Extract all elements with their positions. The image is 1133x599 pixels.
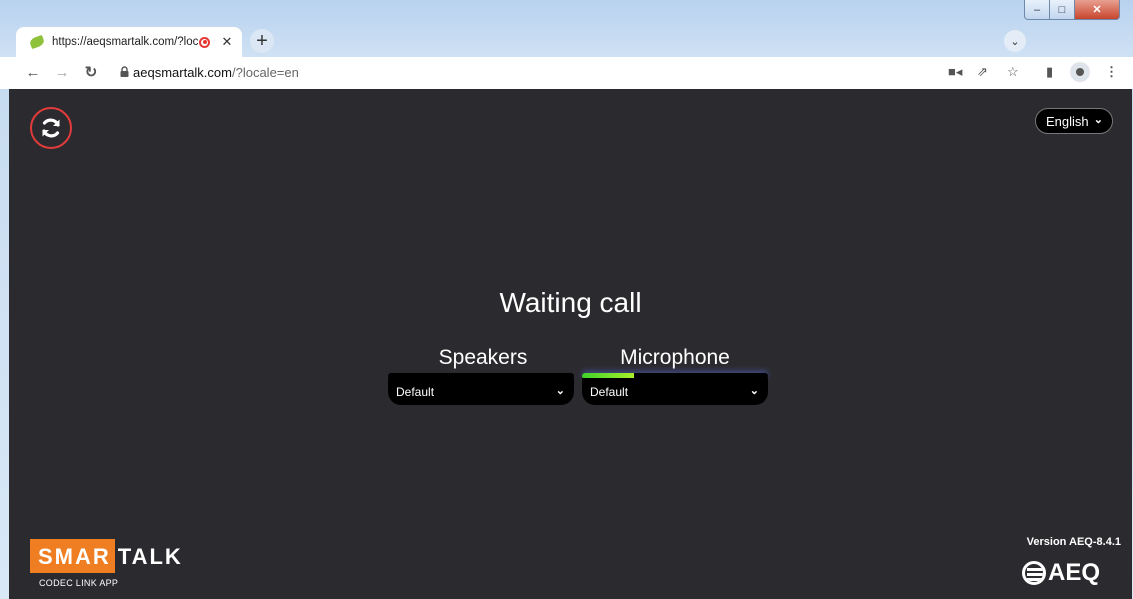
- minimize-button[interactable]: –: [1024, 0, 1050, 20]
- star-icon[interactable]: ☆: [1007, 64, 1019, 80]
- speakers-label: Speakers: [438, 346, 528, 369]
- aeq-logo-icon: [1022, 561, 1046, 585]
- reload-button[interactable]: ↻: [80, 63, 102, 81]
- logo-part-2: TALK: [117, 544, 183, 569]
- tab-strip: https://aeqsmartalk.com/?loc ✕ + ⌄ – □ ✕: [0, 0, 1133, 57]
- browser-window: https://aeqsmartalk.com/?loc ✕ + ⌄ – □ ✕…: [0, 0, 1133, 599]
- logo-subtitle: CODEC LINK APP: [39, 578, 119, 588]
- maximize-button[interactable]: □: [1050, 0, 1075, 20]
- microphone-device-select[interactable]: Default ⌄: [582, 378, 768, 405]
- logo-part-1: SMAR: [30, 539, 115, 573]
- aeq-logo: AEQ: [1022, 559, 1100, 587]
- tab-search-button[interactable]: ⌄: [1004, 30, 1026, 52]
- language-value: English: [1046, 113, 1089, 129]
- url-path: /?locale=en: [231, 65, 299, 80]
- window-controls: – □ ✕: [1024, 0, 1120, 20]
- share-icon[interactable]: ⇗: [977, 64, 988, 80]
- microphone-label: Microphone: [620, 346, 730, 369]
- menu-icon[interactable]: ⋮: [1105, 64, 1118, 80]
- address-bar[interactable]: aeqsmartalk.com/?locale=en: [133, 65, 299, 80]
- forward-button[interactable]: →: [51, 64, 73, 81]
- back-button[interactable]: ←: [22, 64, 44, 81]
- profile-icon[interactable]: [1070, 62, 1090, 82]
- microphone-device-value: Default: [590, 384, 629, 399]
- tab-title: https://aeqsmartalk.com/?loc: [52, 36, 199, 48]
- language-select[interactable]: English ⌄: [1035, 108, 1113, 134]
- app-page: English ⌄ Waiting call Speakers Micropho…: [9, 89, 1132, 599]
- camera-icon[interactable]: ■◂: [948, 64, 962, 80]
- chevron-down-icon: ⌄: [1093, 114, 1103, 126]
- record-icon: [199, 36, 210, 48]
- site-favicon-icon: [28, 34, 46, 50]
- aeq-brand: AEQ: [1048, 559, 1101, 586]
- speakers-device-value: Default: [396, 384, 435, 399]
- address-toolbar: ← → ↻ aeqsmartalk.com/?locale=en ■◂ ⇗ ☆ …: [0, 57, 1133, 89]
- smartalk-logo: SMAR TALK CODEC LINK APP: [30, 539, 183, 588]
- lock-icon[interactable]: [120, 66, 129, 77]
- new-tab-button[interactable]: +: [250, 29, 274, 53]
- refresh-icon: [42, 118, 60, 138]
- refresh-button[interactable]: [30, 107, 72, 149]
- speakers-device-select[interactable]: Default ⌄: [388, 378, 574, 405]
- side-panel-icon[interactable]: ▮: [1046, 64, 1053, 80]
- tab-close-button[interactable]: ✕: [220, 34, 234, 50]
- browser-tab[interactable]: https://aeqsmartalk.com/?loc ✕: [16, 27, 242, 57]
- close-window-button[interactable]: ✕: [1075, 0, 1120, 20]
- chevron-down-icon: ⌄: [749, 385, 759, 397]
- chevron-down-icon: ⌄: [555, 385, 565, 397]
- url-host: aeqsmartalk.com: [133, 65, 232, 80]
- call-status: Waiting call: [499, 287, 642, 318]
- version-label: Version AEQ-8.4.1: [1026, 536, 1121, 548]
